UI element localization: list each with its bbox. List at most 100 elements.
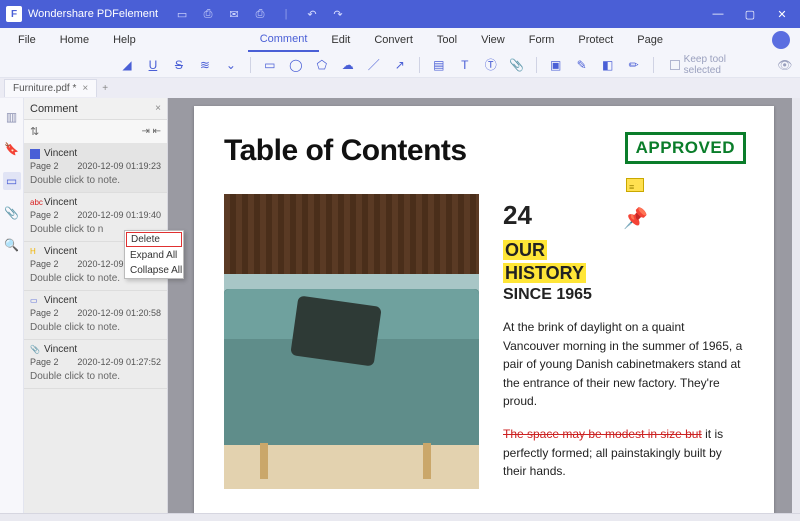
- import-icon[interactable]: ⇤: [153, 126, 161, 137]
- close-tab-icon[interactable]: ×: [82, 83, 88, 94]
- search-icon[interactable]: 🔍: [3, 236, 21, 254]
- caret-icon[interactable]: ⌄: [224, 58, 238, 72]
- comment-timestamp: 2020-12-09 01:27:52: [77, 357, 161, 367]
- mail-icon[interactable]: ✉: [226, 8, 242, 21]
- menu-form[interactable]: Form: [517, 28, 567, 52]
- comment-user: Vincent: [44, 344, 77, 355]
- maximize-button[interactable]: ▢: [742, 8, 758, 21]
- comment-page: Page 2: [30, 259, 59, 269]
- comment-entry[interactable]: ▭VincentPage 22020-12-09 01:20:58Double …: [24, 291, 167, 340]
- comment-user: Vincent: [44, 148, 77, 159]
- quick-access-toolbar: ▭ ⎙ ✉ ⎙ | ↶ ↷: [174, 8, 346, 21]
- pencil-icon[interactable]: ✏: [627, 58, 641, 72]
- menu-edit[interactable]: Edit: [319, 28, 362, 52]
- context-menu: Delete Expand All Collapse All: [124, 230, 184, 279]
- ctx-expand-all[interactable]: Expand All: [125, 248, 183, 263]
- avatar[interactable]: [772, 31, 790, 49]
- open-icon[interactable]: ▭: [174, 8, 190, 21]
- menu-page[interactable]: Page: [625, 28, 675, 52]
- oval-icon[interactable]: ◯: [289, 58, 303, 72]
- rectangle-icon[interactable]: ▭: [263, 58, 277, 72]
- thumbnails-icon[interactable]: ▥: [3, 108, 21, 126]
- comment-user: Vincent: [44, 295, 77, 306]
- document-tab[interactable]: Furniture.pdf * ×: [4, 79, 97, 97]
- add-tab-button[interactable]: +: [97, 83, 113, 94]
- save-icon[interactable]: ⎙: [200, 8, 216, 21]
- cloud-icon[interactable]: ☁: [341, 58, 355, 72]
- ctx-delete[interactable]: Delete: [126, 232, 182, 247]
- document-viewport[interactable]: Table of Contents APPROVED 📌 24 OUR HIST…: [168, 98, 800, 513]
- document-tabstrip: Furniture.pdf * × +: [0, 78, 800, 98]
- comment-page: Page 2: [30, 161, 59, 171]
- paragraph-2: The space may be modest in size but it i…: [503, 425, 744, 481]
- sort-icon[interactable]: ⇅: [30, 125, 39, 138]
- stamp-icon[interactable]: ▣: [549, 58, 563, 72]
- menu-comment[interactable]: Comment: [248, 28, 320, 52]
- left-rail: ▥ 🔖 ▭ 📎 🔍: [0, 98, 24, 513]
- strikethrough-icon[interactable]: S: [172, 58, 186, 72]
- keep-tool-toggle[interactable]: Keep tool selected: [670, 54, 766, 76]
- comment-user: Vincent: [44, 197, 77, 208]
- underline-icon[interactable]: U: [146, 58, 160, 72]
- squiggly-icon[interactable]: ≋: [198, 58, 212, 72]
- text-icon[interactable]: T: [458, 58, 472, 72]
- bookmarks-icon[interactable]: 🔖: [3, 140, 21, 158]
- since-label: SINCE 1965: [503, 286, 744, 304]
- undo-icon[interactable]: ↶: [304, 8, 320, 21]
- panel-actions: ⇥ ⇤: [141, 126, 161, 137]
- keep-tool-label: Keep tool selected: [684, 54, 766, 76]
- highlight-icon[interactable]: ◢: [120, 58, 134, 72]
- comment-page: Page 2: [30, 357, 59, 367]
- eraser-icon[interactable]: ◧: [601, 58, 615, 72]
- titlebar: F Wondershare PDFelement ▭ ⎙ ✉ ⎙ | ↶ ↷ —…: [0, 0, 800, 28]
- comment-timestamp: 2020-12-09 01:19:40: [77, 210, 161, 220]
- window-buttons: — ▢ ✕: [710, 8, 800, 21]
- approved-stamp[interactable]: APPROVED: [625, 132, 746, 164]
- print-icon[interactable]: ⎙: [252, 8, 268, 21]
- comment-page: Page 2: [30, 210, 59, 220]
- sticky-note-icon[interactable]: [626, 178, 644, 192]
- menu-tool[interactable]: Tool: [425, 28, 469, 52]
- export-icon[interactable]: ⇥: [141, 126, 149, 137]
- menu-protect[interactable]: Protect: [566, 28, 625, 52]
- statusbar: [0, 513, 800, 521]
- textbox-icon[interactable]: Ⓣ: [484, 58, 498, 72]
- comment-panel: Comment × ⇅ ⇥ ⇤ VincentPage 22020-12-09 …: [24, 98, 168, 513]
- polygon-icon[interactable]: ⬠: [315, 58, 329, 72]
- note-icon[interactable]: ▤: [432, 58, 446, 72]
- ctx-collapse-all[interactable]: Collapse All: [125, 263, 183, 278]
- close-button[interactable]: ✕: [774, 8, 790, 21]
- menu-view[interactable]: View: [469, 28, 517, 52]
- menubar: File Home Help Comment Edit Convert Tool…: [0, 28, 800, 52]
- main-area: ▥ 🔖 ▭ 📎 🔍 Comment × ⇅ ⇥ ⇤ VincentPage 22…: [0, 98, 800, 513]
- attachments-icon[interactable]: 📎: [3, 204, 21, 222]
- arrow-icon[interactable]: ↗: [393, 58, 407, 72]
- menu-home[interactable]: Home: [48, 28, 101, 52]
- visibility-icon[interactable]: 👁: [778, 58, 792, 72]
- page: Table of Contents APPROVED 📌 24 OUR HIST…: [194, 106, 774, 513]
- comment-user: Vincent: [44, 246, 77, 257]
- menu-help[interactable]: Help: [101, 28, 148, 52]
- close-panel-icon[interactable]: ×: [155, 103, 161, 114]
- attachment-icon[interactable]: 📎: [510, 58, 524, 72]
- article-column: 24 OUR HISTORY SINCE 1965 At the brink o…: [503, 194, 744, 493]
- redo-icon[interactable]: ↷: [330, 8, 346, 21]
- menu-convert[interactable]: Convert: [362, 28, 425, 52]
- highlight-history[interactable]: HISTORY: [503, 263, 586, 283]
- signature-icon[interactable]: ✎: [575, 58, 589, 72]
- hero-image: [224, 194, 479, 489]
- minimize-button[interactable]: —: [710, 8, 726, 21]
- strikethrough-text[interactable]: The space may be modest in size but: [503, 427, 702, 441]
- comment-note: Double click to note.: [30, 322, 161, 333]
- comment-entry[interactable]: 📎VincentPage 22020-12-09 01:27:52Double …: [24, 340, 167, 389]
- app-title: Wondershare PDFelement: [28, 8, 158, 20]
- menu-file[interactable]: File: [6, 28, 48, 52]
- highlight-our[interactable]: OUR: [503, 240, 547, 260]
- pin-icon[interactable]: 📌: [623, 206, 648, 231]
- line-icon[interactable]: ／: [367, 58, 381, 72]
- comment-page: Page 2: [30, 308, 59, 318]
- comment-entry[interactable]: VincentPage 22020-12-09 01:19:23Double c…: [24, 144, 167, 193]
- comments-icon[interactable]: ▭: [3, 172, 21, 190]
- checkbox-icon[interactable]: [670, 60, 680, 70]
- paragraph-1: At the brink of daylight on a quaint Van…: [503, 318, 744, 411]
